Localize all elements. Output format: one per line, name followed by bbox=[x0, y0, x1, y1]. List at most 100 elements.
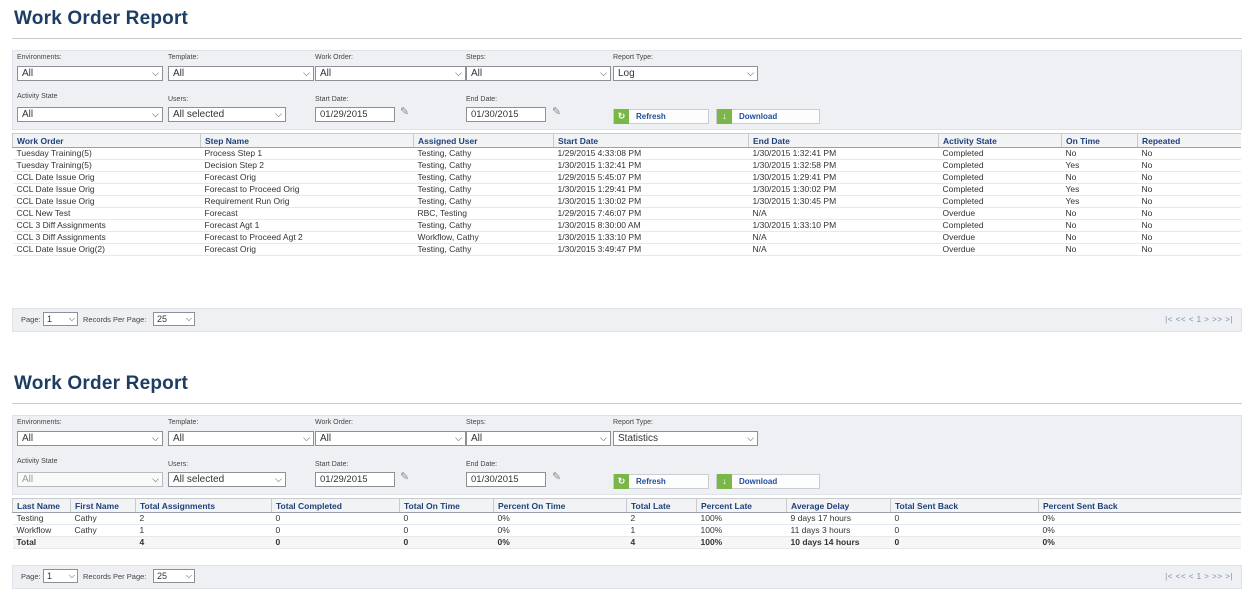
column-header[interactable]: Total Sent Back bbox=[890, 498, 1039, 513]
table-cell: Overdue bbox=[938, 231, 1062, 244]
column-header[interactable]: Assigned User bbox=[413, 133, 554, 148]
table-cell: 0% bbox=[493, 512, 627, 525]
table-cell: 11 days 3 hours bbox=[786, 524, 891, 537]
report-type-select[interactable]: Log ⌵ bbox=[613, 66, 758, 81]
table-cell: Process Step 1 bbox=[200, 147, 414, 160]
total-cell: 10 days 14 hours bbox=[786, 536, 891, 549]
activity-state-select[interactable]: All ⌵ bbox=[17, 472, 163, 487]
column-header[interactable]: On Time bbox=[1061, 133, 1138, 148]
table-cell: Completed bbox=[938, 195, 1062, 208]
column-header[interactable]: Total On Time bbox=[399, 498, 494, 513]
pagination-nav[interactable]: |< << < 1 > >> >| bbox=[1165, 572, 1233, 581]
calendar-icon[interactable]: ✎ bbox=[400, 105, 416, 119]
table-cell: Requirement Run Orig bbox=[200, 195, 414, 208]
column-header[interactable]: Average Delay bbox=[786, 498, 891, 513]
end-date-label: End Date: bbox=[466, 96, 498, 103]
end-date-input[interactable]: 01/30/2015 bbox=[466, 472, 546, 487]
column-header[interactable]: Total Late bbox=[626, 498, 697, 513]
calendar-icon[interactable]: ✎ bbox=[552, 105, 568, 119]
table-row: Tuesday Training(5) Process Step 1 Testing… bbox=[12, 147, 1241, 160]
download-button[interactable]: ↓ Download bbox=[716, 109, 820, 124]
table-cell: N/A bbox=[748, 231, 939, 244]
table-cell: Cathy bbox=[70, 512, 136, 525]
steps-select[interactable]: All ⌵ bbox=[466, 431, 611, 446]
table-cell: CCL Date Issue Orig(2) bbox=[12, 243, 201, 256]
chevron-down-icon: ⌵ bbox=[303, 433, 310, 443]
pager-bar: Page: 1 ⌵ Records Per Page: 25 ⌵ |< << < 1… bbox=[12, 565, 1242, 589]
table-cell: Forecast bbox=[200, 207, 414, 220]
page-title: Work Order Report bbox=[14, 373, 189, 394]
column-header[interactable]: Repeated bbox=[1137, 133, 1241, 148]
table-cell: Tuesday Training(5) bbox=[12, 159, 201, 172]
work-order-select[interactable]: All ⌵ bbox=[315, 431, 466, 446]
table-cell: No bbox=[1137, 171, 1241, 184]
table-cell: Forecast Orig bbox=[200, 171, 414, 184]
column-header[interactable]: Percent On Time bbox=[493, 498, 627, 513]
table-cell: No bbox=[1061, 207, 1138, 220]
activity-state-select[interactable]: All ⌵ bbox=[17, 107, 163, 122]
chevron-down-icon: ⌵ bbox=[600, 68, 607, 78]
table-cell: 1/30/2015 1:30:02 PM bbox=[748, 183, 939, 196]
records-per-page-select[interactable]: 25 ⌵ bbox=[153, 312, 195, 326]
column-header[interactable]: Last Name bbox=[12, 498, 71, 513]
table-cell: Testing, Cathy bbox=[413, 243, 554, 256]
download-button[interactable]: ↓ Download bbox=[716, 474, 820, 489]
column-header[interactable]: First Name bbox=[70, 498, 136, 513]
table-cell: 1/30/2015 8:30:00 AM bbox=[553, 219, 749, 232]
chevron-down-icon: ⌵ bbox=[455, 433, 462, 443]
column-header[interactable]: Percent Late bbox=[696, 498, 787, 513]
steps-label: Steps: bbox=[466, 419, 486, 426]
pagination-nav[interactable]: |< << < 1 > >> >| bbox=[1165, 315, 1233, 324]
work-order-select[interactable]: All ⌵ bbox=[315, 66, 466, 81]
column-header[interactable]: Activity State bbox=[938, 133, 1062, 148]
column-header[interactable]: Total Completed bbox=[271, 498, 400, 513]
page-select[interactable]: 1 ⌵ bbox=[43, 569, 78, 583]
column-header[interactable]: End Date bbox=[748, 133, 939, 148]
chevron-down-icon: ⌵ bbox=[600, 433, 607, 443]
table-header-row: Work Order Step Name Assigned User Start Da… bbox=[12, 133, 1241, 148]
template-select[interactable]: All ⌵ bbox=[168, 66, 314, 81]
table-cell: 1/29/2015 5:45:07 PM bbox=[553, 171, 749, 184]
page-select[interactable]: 1 ⌵ bbox=[43, 312, 78, 326]
table-cell: Completed bbox=[938, 183, 1062, 196]
start-date-input[interactable]: 01/29/2015 bbox=[315, 472, 395, 487]
log-table: Work Order Step Name Assigned User Start Da… bbox=[12, 133, 1241, 256]
table-cell: 1 bbox=[135, 524, 272, 537]
table-cell: 0% bbox=[1038, 512, 1241, 525]
start-date-input[interactable]: 01/29/2015 bbox=[315, 107, 395, 122]
chevron-down-icon: ⌵ bbox=[152, 109, 159, 119]
column-header[interactable]: Step Name bbox=[200, 133, 414, 148]
table-cell: 0% bbox=[493, 524, 627, 537]
title-divider bbox=[12, 38, 1242, 39]
table-cell: Yes bbox=[1061, 159, 1138, 172]
records-per-page-select[interactable]: 25 ⌵ bbox=[153, 569, 195, 583]
table-cell: CCL Date Issue Orig bbox=[12, 171, 201, 184]
users-select[interactable]: All selected ⌵ bbox=[168, 472, 286, 487]
calendar-icon[interactable]: ✎ bbox=[552, 470, 568, 484]
column-header[interactable]: Total Assignments bbox=[135, 498, 272, 513]
table-cell: CCL Date Issue Orig bbox=[12, 195, 201, 208]
table-cell: Forecast Orig bbox=[200, 243, 414, 256]
chevron-down-icon: ⌵ bbox=[152, 68, 159, 78]
end-date-input[interactable]: 01/30/2015 bbox=[466, 107, 546, 122]
template-select[interactable]: All ⌵ bbox=[168, 431, 314, 446]
filter-panel: Environments: All ⌵ Template: All ⌵ Work O… bbox=[12, 50, 1242, 130]
users-select[interactable]: All selected ⌵ bbox=[168, 107, 286, 122]
table-cell: 1/30/2015 1:33:10 PM bbox=[553, 231, 749, 244]
total-cell: 0 bbox=[399, 536, 494, 549]
refresh-button[interactable]: ↻ Refresh bbox=[613, 109, 709, 124]
report-type-select[interactable]: Statistics ⌵ bbox=[613, 431, 758, 446]
column-header[interactable]: Work Order bbox=[12, 133, 201, 148]
column-header[interactable]: Percent Sent Back bbox=[1038, 498, 1241, 513]
page-label: Page: bbox=[21, 315, 41, 324]
download-icon: ↓ bbox=[717, 109, 732, 124]
environments-select[interactable]: All ⌵ bbox=[17, 66, 163, 81]
total-cell: 4 bbox=[135, 536, 272, 549]
steps-select[interactable]: All ⌵ bbox=[466, 66, 611, 81]
calendar-icon[interactable]: ✎ bbox=[400, 470, 416, 484]
users-label: Users: bbox=[168, 461, 189, 468]
column-header[interactable]: Start Date bbox=[553, 133, 749, 148]
refresh-button[interactable]: ↻ Refresh bbox=[613, 474, 709, 489]
end-date-label: End Date: bbox=[466, 461, 498, 468]
environments-select[interactable]: All ⌵ bbox=[17, 431, 163, 446]
